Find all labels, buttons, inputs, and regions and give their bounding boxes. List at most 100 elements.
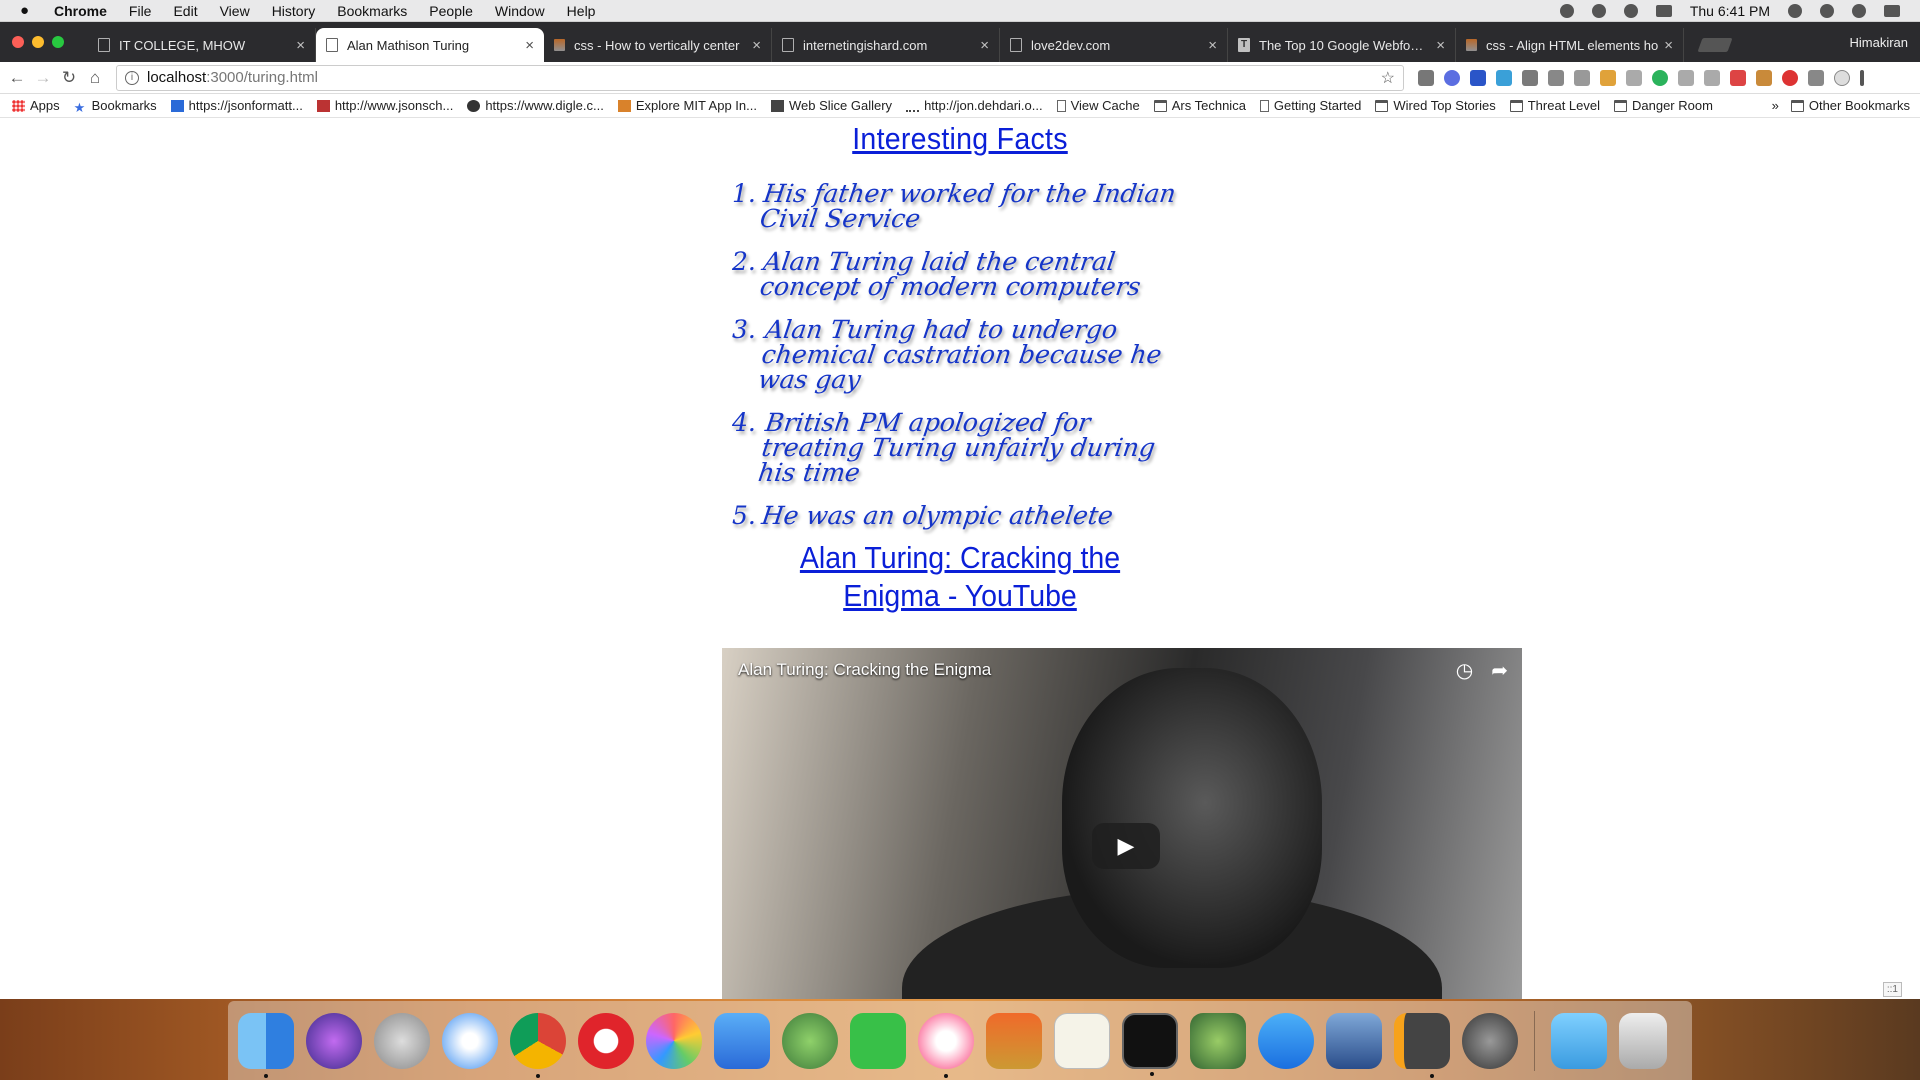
extension-mail-icon[interactable]: [1808, 69, 1824, 86]
bookmark-jsonformatter[interactable]: https://jsonformatt...: [170, 98, 303, 113]
bookmark-dehdari[interactable]: http://jon.dehdari.o...: [906, 98, 1043, 113]
close-tab-icon[interactable]: ×: [980, 37, 989, 54]
clock[interactable]: Thu 6:41 PM: [1690, 3, 1770, 19]
extension-cookie-icon[interactable]: [1756, 69, 1772, 86]
watch-later-icon[interactable]: ◷: [1456, 658, 1473, 683]
wifi-icon[interactable]: [1623, 3, 1638, 18]
menu-edit[interactable]: Edit: [173, 3, 197, 19]
share-icon[interactable]: ➦: [1491, 658, 1508, 683]
virtualbox-icon[interactable]: [1326, 1012, 1382, 1069]
itunes-icon[interactable]: [918, 1012, 974, 1078]
keynote-icon[interactable]: [714, 1012, 770, 1069]
extension-circle-icon[interactable]: [1834, 69, 1850, 86]
back-arrow-icon[interactable]: ←: [4, 68, 30, 88]
menu-window[interactable]: Window: [495, 3, 545, 19]
zoom-window-icon[interactable]: [52, 36, 64, 48]
siri-icon[interactable]: [306, 1012, 362, 1069]
globe-app-icon[interactable]: [782, 1012, 838, 1069]
close-tab-icon[interactable]: ×: [296, 37, 305, 54]
extension-ip-icon[interactable]: [1470, 69, 1486, 86]
android-studio-icon[interactable]: [1190, 1012, 1246, 1069]
status-network-icon[interactable]: [1591, 3, 1606, 18]
extension-badge-red-icon[interactable]: [1782, 69, 1798, 86]
sketch-app-icon[interactable]: [986, 1012, 1042, 1069]
finder-icon[interactable]: [238, 1012, 294, 1078]
siri-icon[interactable]: [1852, 3, 1866, 18]
bookmark-ars-technica[interactable]: Ars Technica: [1153, 98, 1246, 113]
address-bar[interactable]: i localhost:3000/turing.html ☆: [116, 64, 1404, 91]
menu-file[interactable]: File: [129, 3, 152, 19]
bookmark-digle[interactable]: https://www.digle.c...: [467, 98, 604, 113]
bookmark-star-icon[interactable]: ☆: [1381, 68, 1395, 88]
menu-view[interactable]: View: [220, 3, 250, 19]
apple-menu-icon[interactable]: ●: [20, 2, 40, 19]
menu-bookmarks[interactable]: Bookmarks: [337, 3, 407, 19]
extension-color-icon[interactable]: [1600, 69, 1616, 86]
facts-heading-link[interactable]: Interesting Facts: [77, 121, 1843, 157]
bookmark-bookmarks[interactable]: ★ Bookmarks: [74, 98, 157, 115]
status-h-icon[interactable]: [1559, 3, 1574, 18]
bookmark-danger-room[interactable]: Danger Room: [1614, 98, 1713, 113]
close-tab-icon[interactable]: ×: [1664, 37, 1673, 54]
extension-s-icon[interactable]: [1704, 69, 1720, 86]
tab-alan-mathison-turing[interactable]: Alan Mathison Turing ×: [316, 28, 544, 62]
close-tab-icon[interactable]: ×: [1436, 37, 1445, 54]
bookmark-wired-top-stories[interactable]: Wired Top Stories: [1375, 98, 1496, 113]
play-button[interactable]: ▶: [1092, 823, 1160, 869]
close-window-icon[interactable]: [12, 36, 24, 48]
bookmark-view-cache[interactable]: View Cache: [1056, 98, 1140, 113]
tab-css-align-html[interactable]: css - Align HTML elements ho ×: [1456, 28, 1684, 62]
minimize-window-icon[interactable]: [32, 36, 44, 48]
sublime-text-icon[interactable]: [1394, 1012, 1450, 1078]
tab-css-vertically-center[interactable]: css - How to vertically center ×: [544, 28, 772, 62]
extension-evernote-icon[interactable]: [1522, 69, 1538, 86]
facetime-icon[interactable]: [850, 1012, 906, 1069]
bookmark-web-slice-gallery[interactable]: Web Slice Gallery: [770, 98, 892, 113]
bookmark-mit-app-inventor[interactable]: Explore MIT App In...: [617, 98, 757, 113]
tab-google-webfonts[interactable]: T The Top 10 Google Webfonts F ×: [1228, 28, 1456, 62]
video-heading-link[interactable]: Alan Turing: Cracking the Enigma - YouTu…: [748, 539, 1171, 615]
reload-icon[interactable]: ↻: [56, 68, 82, 88]
youtube-video-embed[interactable]: Alan Turing: Cracking the Enigma ◷ ➦ ▶: [722, 648, 1522, 999]
extension-red-icon[interactable]: [1730, 69, 1746, 86]
extension-m-icon[interactable]: [1678, 69, 1694, 86]
extension-badge-icon[interactable]: [1496, 69, 1512, 86]
photos-icon[interactable]: [646, 1012, 702, 1069]
site-info-icon[interactable]: i: [125, 70, 139, 85]
menu-app-name[interactable]: Chrome: [54, 3, 107, 19]
tab-internetingishard[interactable]: internetingishard.com ×: [772, 28, 1000, 62]
menu-help[interactable]: Help: [567, 3, 596, 19]
safari-icon[interactable]: [442, 1012, 498, 1069]
close-tab-icon[interactable]: ×: [1208, 37, 1217, 54]
extension-dropbox-icon[interactable]: [1548, 69, 1564, 86]
bookmark-getting-started[interactable]: Getting Started: [1259, 98, 1361, 113]
home-icon[interactable]: ⌂: [82, 68, 108, 88]
chevron-more-icon[interactable]: »: [1772, 98, 1779, 113]
new-tab-button[interactable]: [1697, 38, 1733, 52]
close-tab-icon[interactable]: ×: [752, 37, 761, 54]
extension-tc-icon[interactable]: [1626, 69, 1642, 86]
notification-center-icon[interactable]: [1884, 4, 1900, 17]
extension-reader-icon[interactable]: [1418, 69, 1434, 86]
menu-people[interactable]: People: [429, 3, 473, 19]
extension-green-icon[interactable]: [1652, 69, 1668, 86]
chrome-icon[interactable]: [510, 1012, 566, 1078]
terminal-icon[interactable]: [1122, 1012, 1178, 1076]
spotlight-search-icon[interactable]: [1820, 3, 1834, 18]
downloads-folder-icon[interactable]: [1551, 1012, 1607, 1069]
trash-icon[interactable]: [1619, 1012, 1667, 1069]
extension-lock-icon[interactable]: [1574, 69, 1590, 86]
bookmark-jsonschema[interactable]: http://www.jsonsch...: [316, 98, 453, 113]
video-title[interactable]: Alan Turing: Cracking the Enigma: [738, 660, 991, 680]
app-store-icon[interactable]: [1258, 1012, 1314, 1069]
bookmark-apps[interactable]: Apps: [12, 98, 60, 113]
opera-icon[interactable]: [578, 1012, 634, 1069]
eject-icon[interactable]: [1655, 4, 1672, 17]
menu-history[interactable]: History: [272, 3, 316, 19]
tab-love2dev[interactable]: love2dev.com ×: [1000, 28, 1228, 62]
bookmark-threat-level[interactable]: Threat Level: [1509, 98, 1600, 113]
launchpad-icon[interactable]: [374, 1012, 430, 1069]
textedit-icon[interactable]: [1054, 1012, 1110, 1069]
forward-arrow-icon[interactable]: →: [30, 68, 56, 88]
system-preferences-icon[interactable]: [1462, 1012, 1518, 1069]
